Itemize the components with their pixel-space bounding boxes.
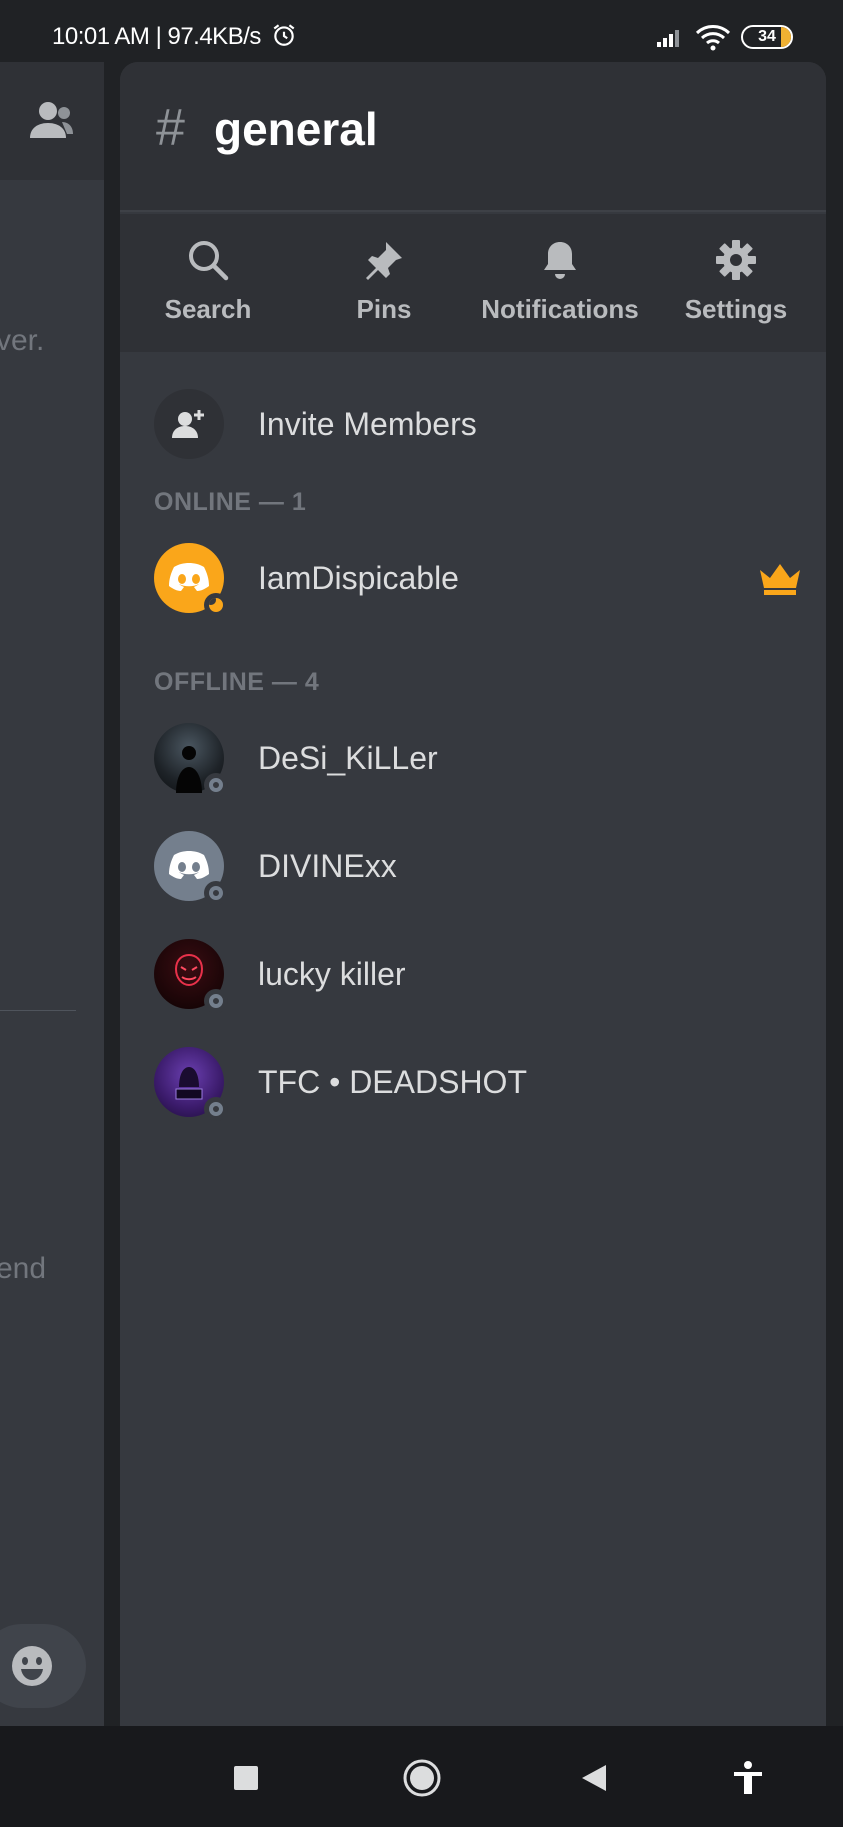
home-circle-icon: [403, 1759, 441, 1797]
member-row[interactable]: DIVINExx: [154, 830, 794, 905]
back-button[interactable]: [572, 1756, 616, 1800]
offline-section-header: OFFLINE — 4: [154, 668, 320, 696]
member-name: DeSi_KiLLer: [258, 739, 438, 776]
member-name: IamDispicable: [258, 559, 459, 596]
app-root: 10:01 AM | 97.4KB/s 34 ver. end # genera…: [0, 0, 843, 1827]
alarm-icon: [273, 24, 295, 46]
gear-icon: [712, 236, 760, 284]
accessibility-button[interactable]: [726, 1756, 770, 1800]
avatar: [154, 831, 228, 905]
settings-button[interactable]: Settings: [648, 214, 824, 352]
status-indicator: [204, 773, 228, 797]
status-indicator: [204, 989, 228, 1013]
settings-label: Settings: [684, 294, 788, 324]
avatar: [154, 939, 228, 1013]
bell-icon: [536, 236, 584, 284]
pins-button[interactable]: Pins: [296, 214, 472, 352]
search-label: Search: [164, 294, 252, 324]
avatar: [154, 723, 228, 797]
channel-header: # general: [120, 62, 826, 212]
search-button[interactable]: Search: [120, 214, 296, 352]
status-indicator: [204, 1097, 228, 1121]
members-icon[interactable]: [28, 100, 74, 140]
recents-button[interactable]: [224, 1756, 268, 1800]
invite-members-button[interactable]: Invite Members: [154, 388, 477, 460]
battery-level: 34: [758, 28, 776, 45]
invite-label: Invite Members: [258, 405, 477, 442]
background-divider: [0, 1010, 76, 1011]
avatar: [154, 543, 228, 617]
member-row[interactable]: IamDispicable: [154, 542, 800, 617]
square-icon: [234, 1766, 258, 1790]
background-text-fragment: ver.: [0, 324, 45, 357]
signal-icon: [657, 30, 679, 47]
invite-icon-circle: [154, 389, 224, 459]
background-text-fragment: end: [0, 1252, 47, 1285]
wifi-icon: [695, 25, 731, 51]
hash-icon: #: [156, 99, 185, 157]
member-name: lucky killer: [258, 955, 406, 992]
background-chat-panel: ver. end: [0, 62, 104, 1726]
notifications-label: Notifications: [481, 294, 639, 324]
member-name: DIVINExx: [258, 847, 397, 884]
channel-drawer: # general Search Pins Notifications Sett…: [120, 62, 826, 1726]
channel-actions: Search Pins Notifications Settings: [120, 214, 826, 352]
background-header: [0, 62, 104, 180]
member-row[interactable]: lucky killer: [154, 938, 794, 1013]
accessibility-icon: [734, 1761, 762, 1794]
notifications-button[interactable]: Notifications: [472, 214, 648, 352]
crown-icon: [760, 564, 800, 595]
pin-icon: [360, 236, 408, 284]
status-time: 10:01 AM | 97.4KB/s: [52, 22, 297, 51]
status-indicator: [204, 881, 228, 905]
add-user-icon: [172, 410, 204, 438]
status-indicator: [204, 593, 228, 617]
background-input-pill: [0, 1624, 86, 1708]
pins-label: Pins: [356, 294, 412, 324]
back-triangle-icon: [582, 1765, 606, 1791]
panel-gap: [104, 62, 120, 1726]
avatar: [154, 1047, 228, 1121]
search-icon: [184, 236, 232, 284]
member-name: TFC • DEADSHOT: [258, 1063, 527, 1100]
channel-title: general: [214, 103, 378, 155]
status-bar: 10:01 AM | 97.4KB/s 34: [0, 0, 843, 62]
emoji-icon[interactable]: [10, 1644, 54, 1688]
home-button[interactable]: [400, 1756, 444, 1800]
status-icons: 34: [657, 22, 793, 52]
member-row[interactable]: TFC • DEADSHOT: [154, 1046, 794, 1121]
status-time-text: 10:01 AM | 97.4KB/s: [52, 23, 261, 50]
online-section-header: ONLINE — 1: [154, 488, 307, 516]
system-nav-bar: [0, 1726, 843, 1827]
battery-indicator: 34: [741, 25, 793, 49]
member-row[interactable]: DeSi_KiLLer: [154, 722, 794, 797]
